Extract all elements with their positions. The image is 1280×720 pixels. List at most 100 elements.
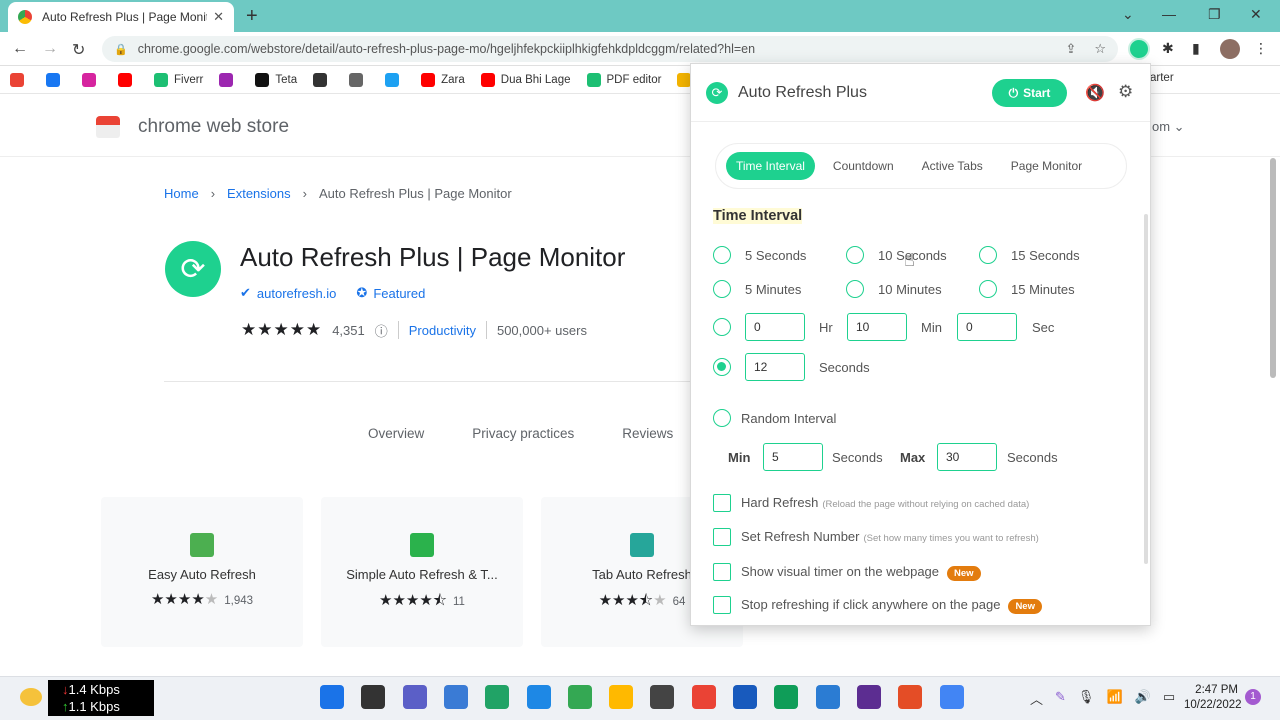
bookmark-item[interactable]	[82, 72, 102, 87]
taskbar-app-icon[interactable]	[609, 685, 634, 709]
radio-5-seconds[interactable]	[713, 246, 731, 264]
microphone-icon[interactable]: 🎙	[1078, 689, 1095, 708]
taskbar-app-icon[interactable]	[567, 685, 592, 709]
bookmark-item[interactable]	[10, 72, 30, 87]
tab-privacy[interactable]: Privacy practices	[472, 426, 574, 441]
radio-15-minutes[interactable]	[979, 280, 997, 298]
bookmark-item[interactable]: Teta	[255, 72, 297, 87]
account-menu[interactable]: om ⌄	[1152, 119, 1185, 135]
side-panel-icon[interactable]: ▮	[1192, 40, 1200, 57]
breadcrumb-home-link[interactable]: Home	[164, 186, 199, 201]
radio-10-seconds[interactable]	[846, 246, 864, 264]
checkbox[interactable]	[713, 494, 731, 512]
breadcrumb-extensions-link[interactable]: Extensions	[227, 186, 291, 201]
auto-refresh-extension-icon[interactable]	[1128, 38, 1150, 60]
taskbar-app-icon[interactable]	[361, 685, 386, 709]
weather-icon[interactable]	[20, 688, 42, 706]
bookmark-item[interactable]	[313, 72, 333, 87]
chrome-web-store-logo-icon[interactable]	[96, 116, 120, 138]
checkbox[interactable]	[713, 563, 731, 581]
radio-label[interactable]: 5 Minutes	[745, 282, 801, 297]
checkbox-row[interactable]: Hard Refresh (Reload the page without rel…	[741, 495, 1029, 510]
extensions-puzzle-icon[interactable]: ✱	[1162, 40, 1174, 57]
bookmark-item[interactable]: Fiverr	[154, 72, 203, 87]
start-button[interactable]: ⏻ Start	[992, 79, 1067, 107]
rating-count[interactable]: 4,351	[332, 323, 365, 338]
chevron-up-icon[interactable]: ︿	[1030, 689, 1043, 708]
minutes-input[interactable]: 10	[847, 313, 907, 341]
taskbar-app-icon[interactable]	[898, 685, 923, 709]
taskbar-app-icon[interactable]	[320, 685, 344, 709]
radio-label[interactable]: 10 Minutes	[878, 282, 942, 297]
radio-10-minutes[interactable]	[846, 280, 864, 298]
checkbox-row[interactable]: Set Refresh Number (Set how many times yo…	[741, 529, 1039, 544]
radio-random-interval[interactable]	[713, 409, 731, 427]
tab-overview[interactable]: Overview	[368, 426, 424, 441]
back-icon[interactable]: ←	[12, 40, 28, 58]
battery-icon[interactable]: ▭	[1163, 689, 1175, 708]
featured-label[interactable]: Featured	[373, 286, 425, 301]
random-interval-label[interactable]: Random Interval	[741, 411, 836, 426]
taskbar-app-icon[interactable]	[856, 685, 881, 709]
bookmark-item[interactable]	[118, 72, 138, 87]
bookmark-item[interactable]: PDF editor	[586, 72, 661, 87]
clock[interactable]: 2:47 PM 10/22/2022	[1184, 683, 1242, 713]
hours-input[interactable]: 0	[745, 313, 805, 341]
taskbar-app-icon[interactable]	[939, 685, 964, 709]
reload-icon[interactable]: ↻	[72, 40, 85, 60]
radio-5-minutes[interactable]	[713, 280, 731, 298]
random-max-input[interactable]: 30	[937, 443, 997, 471]
close-window-icon[interactable]: ✕	[1250, 6, 1262, 23]
pen-icon[interactable]: ✎	[1055, 689, 1066, 708]
checkbox-row[interactable]: Show visual timer on the webpage New	[741, 564, 981, 581]
radio-label[interactable]: 5 Seconds	[745, 248, 806, 263]
bookmark-item[interactable]	[46, 72, 66, 87]
new-tab-button[interactable]: +	[246, 6, 258, 26]
bookmark-item[interactable]	[385, 72, 405, 87]
radio-custom-seconds[interactable]	[713, 358, 731, 376]
taskbar-app-icon[interactable]	[650, 685, 675, 709]
taskbar-app-icon[interactable]	[774, 685, 799, 709]
tab-time-interval[interactable]: Time Interval	[726, 152, 815, 180]
checkbox[interactable]	[713, 596, 731, 614]
tab-active-tabs[interactable]: Active Tabs	[912, 152, 993, 180]
gear-icon[interactable]: ⚙	[1118, 82, 1133, 102]
browser-tab[interactable]: Auto Refresh Plus | Page Monitor ✕	[8, 2, 234, 32]
bookmark-item[interactable]	[219, 72, 239, 87]
random-min-input[interactable]: 5	[763, 443, 823, 471]
wifi-icon[interactable]: 📶	[1106, 689, 1122, 708]
address-bar[interactable]: 🔒 chrome.google.com/webstore/detail/auto…	[102, 36, 1118, 62]
menu-kebab-icon[interactable]: ⋮	[1254, 40, 1268, 57]
tab-countdown[interactable]: Countdown	[823, 152, 904, 180]
store-title[interactable]: chrome web store	[138, 116, 289, 138]
radio-label[interactable]: 15 Seconds	[1011, 248, 1080, 263]
taskbar-app-icon[interactable]	[526, 685, 551, 709]
tab-search-chevron-icon[interactable]: ⌄	[1122, 6, 1134, 23]
tab-reviews[interactable]: Reviews	[622, 426, 673, 441]
related-extension-card[interactable]: Simple Auto Refresh & T... ★★★★⯪ 11	[321, 497, 523, 647]
radio-15-seconds[interactable]	[979, 246, 997, 264]
taskbar-app-icon[interactable]	[815, 685, 840, 709]
bookmark-item[interactable]: Dua Bhi Lage	[480, 72, 571, 87]
page-scrollbar[interactable]	[1270, 158, 1276, 378]
bookmark-item[interactable]	[349, 72, 369, 87]
taskbar-app-icon[interactable]	[443, 685, 468, 709]
checkbox[interactable]	[713, 528, 731, 546]
seconds-input[interactable]: 0	[957, 313, 1017, 341]
minimize-icon[interactable]: —	[1162, 6, 1176, 22]
info-icon[interactable]: ⓘ	[375, 321, 388, 340]
bookmark-overflow-text[interactable]: arter	[1150, 72, 1174, 84]
taskbar-app-icon[interactable]	[691, 685, 716, 709]
bookmark-star-icon[interactable]: ☆	[1094, 41, 1106, 57]
bookmark-item[interactable]: Zara	[421, 72, 465, 87]
related-extension-card[interactable]: Easy Auto Refresh ★★★★★ 1,943	[101, 497, 303, 647]
taskbar-app-icon[interactable]	[733, 685, 757, 709]
notification-badge[interactable]: 1	[1245, 689, 1261, 705]
close-tab-icon[interactable]: ✕	[213, 9, 224, 25]
restore-icon[interactable]: ❐	[1208, 6, 1221, 23]
custom-seconds-input[interactable]: 12	[745, 353, 805, 381]
taskbar-app-icon[interactable]	[485, 685, 510, 709]
forward-icon[interactable]: →	[42, 40, 58, 58]
publisher-link[interactable]: autorefresh.io	[257, 286, 337, 301]
taskbar-app-icon[interactable]	[402, 685, 427, 709]
